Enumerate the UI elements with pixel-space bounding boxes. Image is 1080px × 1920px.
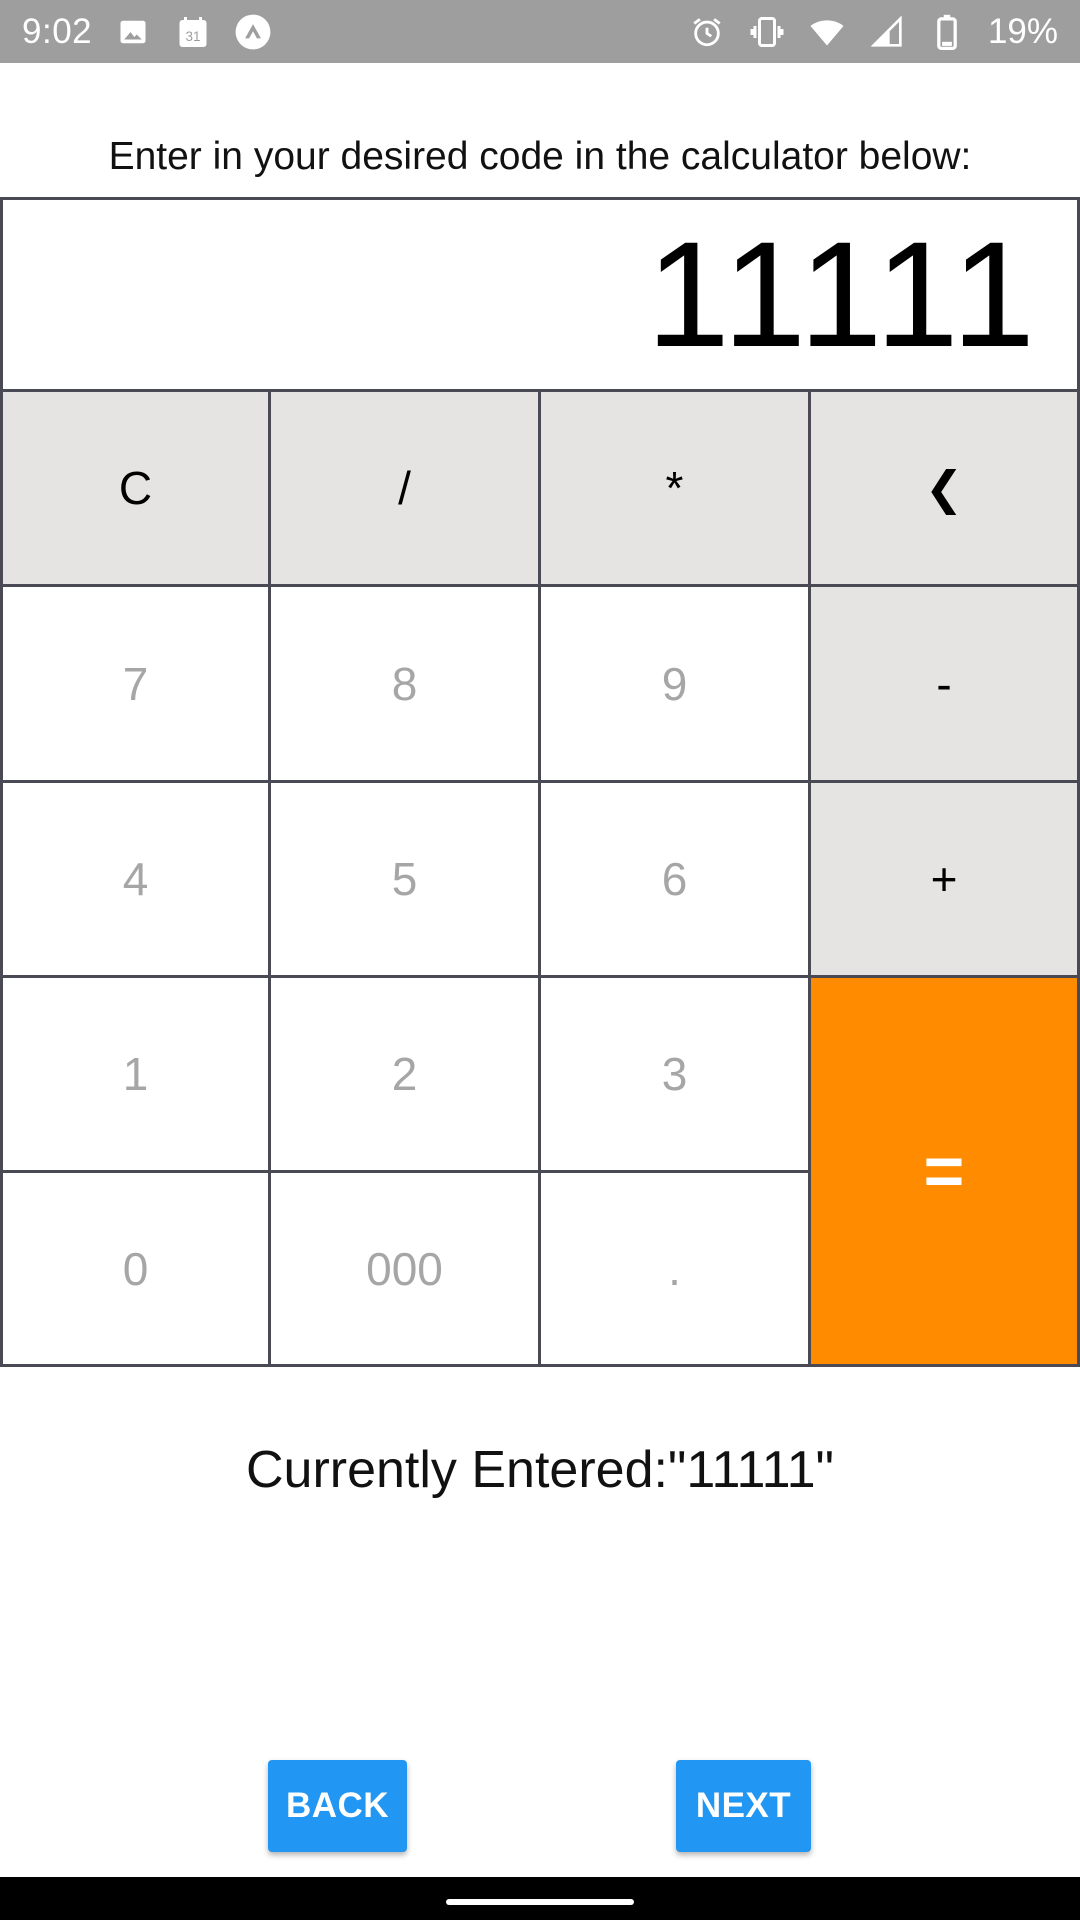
key-4[interactable]: 4: [3, 783, 271, 978]
minus-key[interactable]: -: [811, 587, 1077, 783]
battery-percent: 19%: [987, 11, 1058, 51]
calculator: 11111 C / * ❮ 7 8 9 - 4 5 6 + 1 2 3 = 0 …: [0, 197, 1080, 1367]
key-3[interactable]: 3: [541, 978, 811, 1173]
backspace-key[interactable]: ❮: [811, 392, 1077, 587]
instruction-text: Enter in your desired code in the calcul…: [108, 135, 972, 178]
status-left: 9:02 31: [22, 12, 272, 52]
key-000[interactable]: 000: [271, 1173, 541, 1364]
decimal-key[interactable]: .: [541, 1173, 811, 1364]
key-9[interactable]: 9: [541, 587, 811, 783]
currently-entered-text: Currently Entered:"11111": [245, 1441, 835, 1499]
status-time: 9:02: [22, 11, 93, 51]
image-icon: [114, 13, 152, 51]
back-button[interactable]: BACK: [268, 1760, 407, 1852]
svg-text:31: 31: [186, 29, 201, 44]
key-7[interactable]: 7: [3, 587, 271, 783]
key-0[interactable]: 0: [3, 1173, 271, 1364]
key-6[interactable]: 6: [541, 783, 811, 978]
multiply-key[interactable]: *: [541, 392, 811, 587]
status-right: 19%: [688, 12, 1058, 52]
key-8[interactable]: 8: [271, 587, 541, 783]
calculator-display: 11111: [3, 200, 1077, 392]
key-1[interactable]: 1: [3, 978, 271, 1173]
divide-key[interactable]: /: [271, 392, 541, 587]
alarm-icon: [688, 13, 726, 51]
battery-icon: [928, 13, 966, 51]
key-2[interactable]: 2: [271, 978, 541, 1173]
status-bar: 9:02 31 19%: [0, 0, 1080, 63]
vibrate-icon: [748, 13, 786, 51]
next-button[interactable]: NEXT: [676, 1760, 811, 1852]
home-gesture-handle[interactable]: [446, 1899, 634, 1905]
plus-key[interactable]: +: [811, 783, 1077, 978]
key-5[interactable]: 5: [271, 783, 541, 978]
clear-key[interactable]: C: [3, 392, 271, 587]
calendar-icon: 31: [174, 13, 212, 51]
app-notification-icon: [234, 13, 272, 51]
cell-signal-icon: [868, 13, 906, 51]
wifi-icon: [808, 13, 846, 51]
equals-key[interactable]: =: [811, 978, 1077, 1364]
